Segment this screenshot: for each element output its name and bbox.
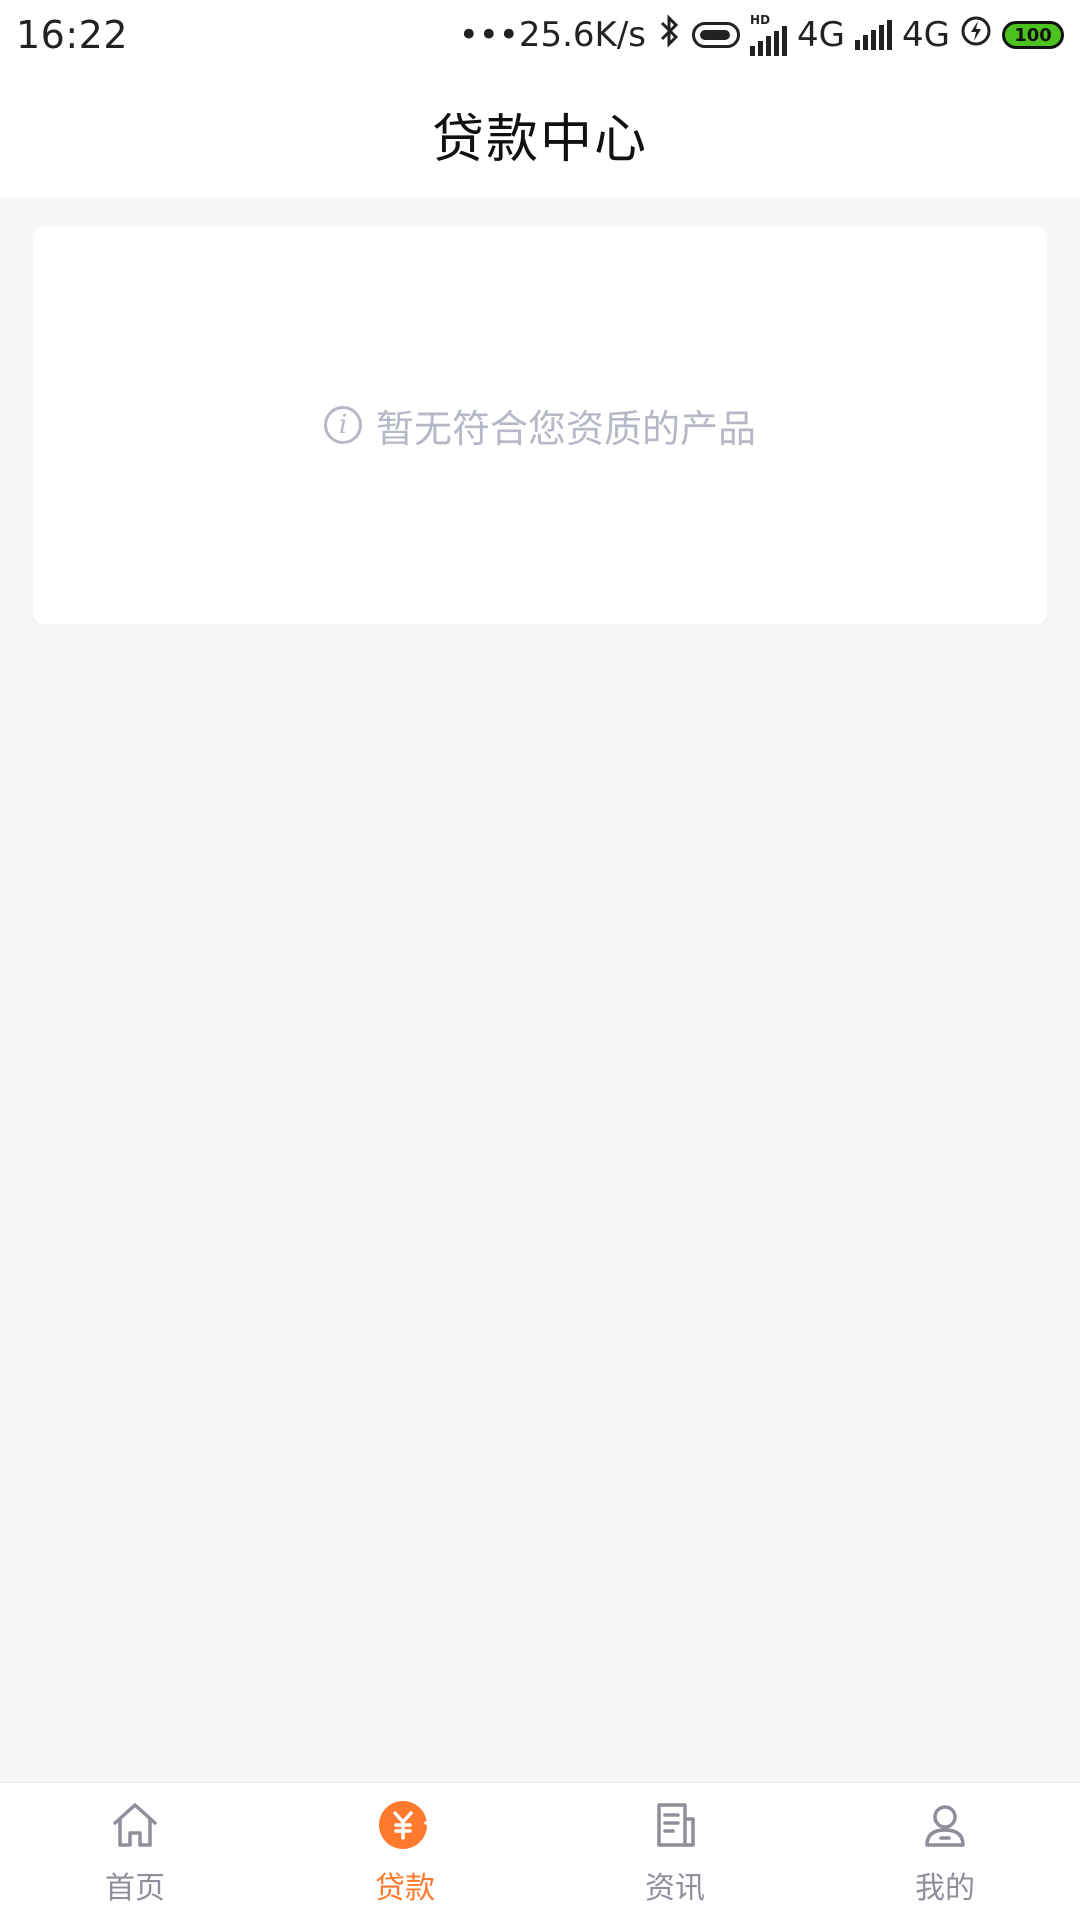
sim1-label: 4G	[797, 15, 846, 55]
signal-bars-icon	[855, 20, 893, 50]
charging-icon	[960, 15, 992, 56]
tab-home[interactable]: 首页	[0, 1783, 270, 1921]
empty-state-message: 暂无符合您资质的产品	[375, 406, 756, 451]
tab-profile[interactable]: 我的	[810, 1783, 1080, 1921]
status-time: 16:22	[16, 13, 129, 57]
battery-icon: 100	[1002, 21, 1064, 49]
tab-news[interactable]: 资讯	[540, 1783, 810, 1921]
status-indicators: •••25.6K/s HD 4G 4G 100	[458, 13, 1064, 57]
tab-label: 贷款	[375, 1871, 435, 1906]
sim2-label: 4G	[902, 15, 950, 55]
empty-state: i 暂无符合您资质的产品	[323, 398, 756, 453]
bottom-tab-bar: 首页 贷款 资讯 我的	[0, 1782, 1080, 1921]
network-speed: •••25.6K/s	[458, 15, 647, 55]
profile-icon	[917, 1797, 973, 1853]
news-icon	[647, 1797, 703, 1853]
page-header: 贷款中心	[0, 70, 1080, 198]
yuan-loan-icon	[377, 1797, 433, 1853]
hd-label: HD	[750, 13, 771, 27]
tab-loan[interactable]: 贷款	[270, 1783, 540, 1921]
tab-label: 首页	[105, 1871, 165, 1906]
tab-label: 资讯	[645, 1871, 705, 1906]
signal-bars-icon	[750, 26, 788, 56]
vibrate-icon	[692, 22, 741, 48]
empty-state-card: i 暂无符合您资质的产品	[33, 226, 1047, 624]
page-title: 贷款中心	[431, 109, 648, 170]
home-icon	[107, 1797, 163, 1853]
signal-1: HD	[750, 13, 788, 56]
info-icon: i	[323, 406, 362, 444]
tab-label: 我的	[915, 1871, 975, 1906]
status-bar: 16:22 •••25.6K/s HD 4G 4G 100	[0, 0, 1080, 70]
bluetooth-icon	[656, 13, 682, 57]
